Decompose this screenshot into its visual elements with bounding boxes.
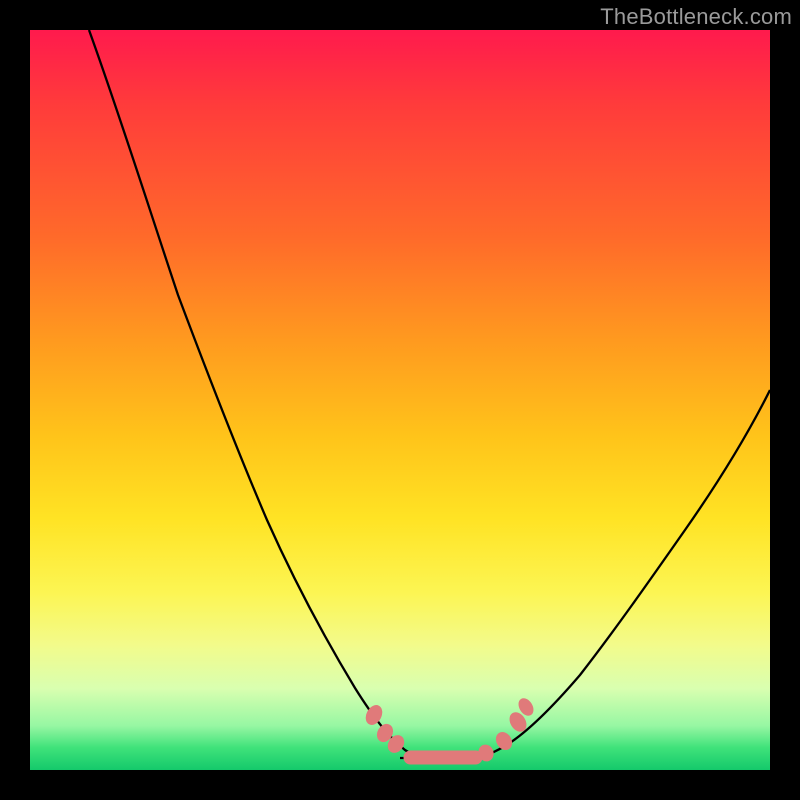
chart-svg [30, 30, 770, 770]
attribution-watermark: TheBottleneck.com [600, 4, 792, 30]
valley-dots [363, 696, 536, 764]
left-curve [89, 30, 430, 761]
chart-frame: TheBottleneck.com [0, 0, 800, 800]
plot-area [30, 30, 770, 770]
right-curve [460, 390, 770, 761]
